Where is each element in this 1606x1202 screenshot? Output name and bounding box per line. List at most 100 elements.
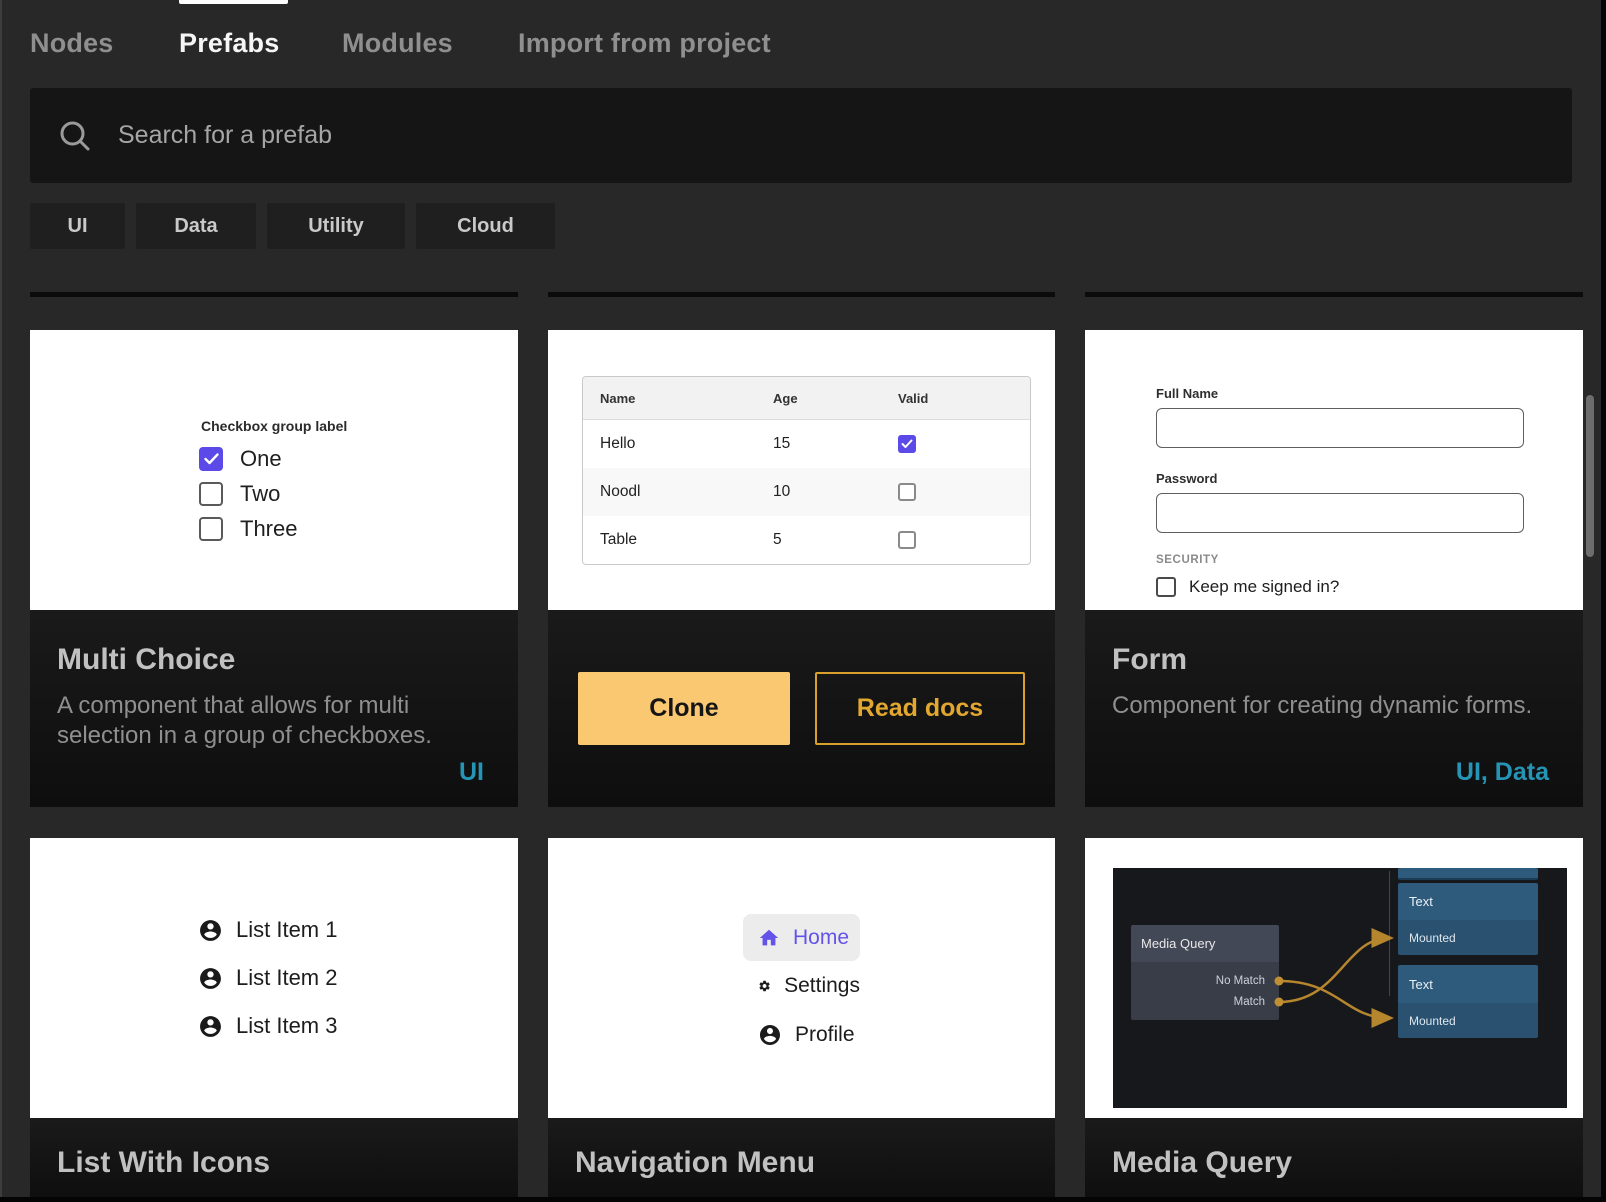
read-docs-button[interactable]: Read docs [815,672,1025,745]
window-right-edge [1601,0,1606,1202]
home-icon [758,927,780,949]
checkbox-checked[interactable] [898,435,916,453]
card-tag: UI, Data [1456,758,1549,787]
table-row: Table 5 [583,516,1030,564]
nav-item-settings[interactable]: Settings [743,962,860,1010]
card-footer-hover-actions: Clone Read docs [548,610,1055,807]
nav-item-label: Settings [784,974,860,998]
card-footer: Form Component for creating dynamic form… [1085,610,1583,807]
table-cell: Hello [583,435,756,453]
keep-signed-in-label: Keep me signed in? [1189,577,1339,597]
card-title: List With Icons [57,1146,491,1180]
person-icon [198,1014,223,1039]
table-preview: Name Age Valid Hello 15 Noodl 10 [548,330,1055,610]
prefab-card-multi-choice[interactable]: Checkbox group label One Two Three Multi… [30,330,518,807]
search-icon [58,119,92,153]
card-title: Form [1112,643,1556,677]
table-cell: Noodl [583,483,756,501]
preview-table: Name Age Valid Hello 15 Noodl 10 [582,376,1031,565]
nav-item-home[interactable]: Home [743,914,860,961]
filter-chip-utility[interactable]: Utility [267,203,405,249]
card-title: Navigation Menu [575,1146,1028,1180]
person-icon [758,1023,782,1047]
tab-import-from-project[interactable]: Import from project [518,28,771,59]
card-footer: Multi Choice A component that allows for… [30,610,518,807]
checkbox-group-label: Checkbox group label [201,418,349,434]
node-graph-screenshot: Media Query No Match Match Text Mounted … [1113,868,1567,1108]
panel-left-border [0,0,2,1202]
filter-chip-cloud[interactable]: Cloud [416,203,555,249]
checkbox-option-label: Two [240,481,280,507]
filter-chips: UI Data Utility Cloud [30,203,555,249]
previous-card-bottom-edge [548,292,1055,297]
table-row: Hello 15 [583,420,1030,468]
table-header-row: Name Age Valid [583,377,1030,420]
card-title: Multi Choice [57,643,491,677]
card-footer: List With Icons A list component where e… [30,1118,518,1202]
tab-nodes[interactable]: Nodes [30,28,114,59]
table-cell [881,435,1030,453]
table-header: Name [583,391,756,406]
checkbox-unchecked[interactable] [199,482,223,506]
nav-menu-preview: Home Settings Profile [548,838,1055,1118]
table-header: Valid [881,391,1030,406]
list-item-label: List Item 1 [236,917,337,943]
card-footer: Navigation Menu Component for creating a… [548,1118,1055,1202]
table-cell [881,483,1030,501]
form-field-label: Full Name [1156,386,1524,401]
card-description: Component for creating dynamic forms. [1112,691,1552,721]
table-cell: 15 [756,435,881,453]
form-section-label: SECURITY [1156,554,1524,566]
media-query-preview: Media Query No Match Match Text Mounted … [1085,838,1583,1118]
prefab-card-form[interactable]: Full Name Password SECURITY Keep me sign… [1085,330,1583,807]
checkbox-unchecked[interactable] [898,531,916,549]
checkbox-option-label: Three [240,516,297,542]
full-name-input[interactable] [1156,408,1524,448]
prefab-card-table[interactable]: Name Age Valid Hello 15 Noodl 10 [548,330,1055,807]
prefab-card-navigation-menu[interactable]: Home Settings Profile Navigation Menu Co… [548,838,1055,1202]
search-input[interactable]: Search for a prefab [30,88,1572,183]
table-cell [881,531,1030,549]
table-cell: 5 [756,531,881,549]
search-placeholder: Search for a prefab [118,121,332,150]
window-bottom-edge [0,1197,1606,1202]
list-item: List Item 3 [198,1014,350,1039]
list-preview: List Item 1 List Item 2 List Item 3 [30,838,518,1118]
table-row: Noodl 10 [583,468,1030,516]
connection-wires [1113,868,1567,1108]
previous-card-bottom-edge [30,292,518,297]
tab-prefabs[interactable]: Prefabs [179,28,279,59]
person-icon [198,918,223,943]
checkbox-checked[interactable] [199,447,223,471]
table-cell: Table [583,531,756,549]
password-input[interactable] [1156,493,1524,533]
list-item: List Item 2 [198,966,350,991]
card-footer: Media Query Component that reacts to the… [1085,1118,1583,1202]
form-preview: Full Name Password SECURITY Keep me sign… [1085,330,1583,610]
active-tab-indicator [179,0,288,4]
filter-chip-ui[interactable]: UI [30,203,125,249]
vertical-scrollbar-thumb[interactable] [1586,395,1594,557]
clone-button[interactable]: Clone [578,672,790,745]
prefab-card-list-with-icons[interactable]: List Item 1 List Item 2 List Item 3 List… [30,838,518,1202]
list-item-label: List Item 3 [236,1013,337,1039]
checkbox-unchecked[interactable] [1156,577,1176,597]
list-item: List Item 1 [198,918,350,943]
prefab-card-media-query[interactable]: Media Query No Match Match Text Mounted … [1085,838,1583,1202]
previous-card-bottom-edge [1085,292,1583,297]
card-tag: UI [459,758,484,787]
person-icon [198,966,223,991]
card-title: Media Query [1112,1146,1556,1180]
form-field-label: Password [1156,471,1524,486]
card-description: A component that allows for multi select… [57,691,491,751]
checkbox-option-label: One [240,446,282,472]
checkbox-unchecked[interactable] [898,483,916,501]
nav-item-label: Profile [795,1023,855,1047]
checkbox-unchecked[interactable] [199,517,223,541]
tab-modules[interactable]: Modules [342,28,453,59]
nav-item-label: Home [793,926,849,950]
nav-item-profile[interactable]: Profile [743,1011,860,1059]
multi-choice-preview: Checkbox group label One Two Three [30,330,518,610]
table-header: Age [756,391,881,406]
filter-chip-data[interactable]: Data [136,203,256,249]
